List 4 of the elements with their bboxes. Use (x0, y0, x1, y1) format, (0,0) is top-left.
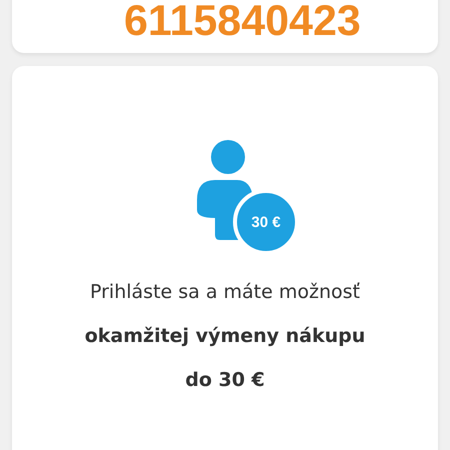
offer-text: do 30 € (185, 368, 265, 393)
offer-text: Prihláste sa a máte možnosť (90, 280, 360, 305)
card-number: 6115840423 (124, 0, 361, 43)
offer-text: okamžitej výmeny nákupu (84, 324, 366, 349)
